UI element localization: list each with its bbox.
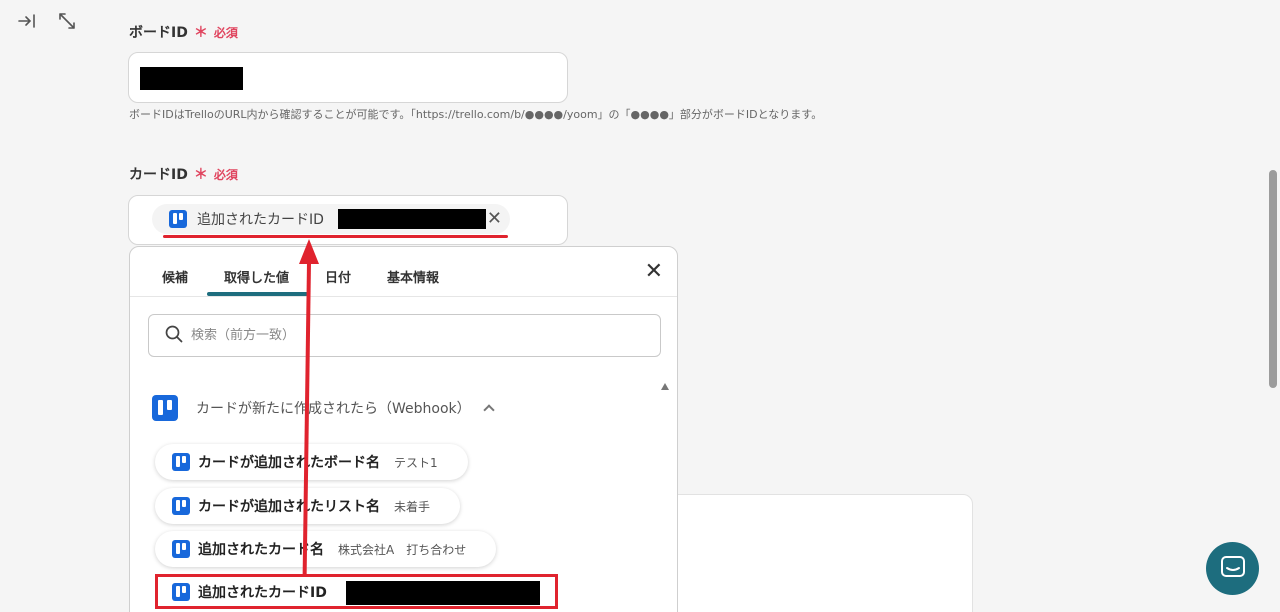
board-id-hint: ボードIDはTrelloのURL内から確認することが可能です。「https://… bbox=[129, 108, 823, 121]
page-scrollbar[interactable] bbox=[1269, 170, 1277, 388]
chip-highlight-underline bbox=[163, 235, 508, 238]
collapse-right-icon[interactable] bbox=[16, 10, 38, 32]
required-star: ＊ bbox=[193, 25, 208, 41]
redacted-card-id bbox=[338, 209, 486, 229]
chat-icon bbox=[1220, 555, 1246, 583]
section-title: カードが新たに作成されたら（Webhook） bbox=[196, 401, 471, 417]
scroll-up-arrow-icon[interactable] bbox=[661, 383, 669, 390]
value-item[interactable]: 追加されたカード名 株式会社A 打ち合わせ bbox=[155, 531, 497, 567]
board-id-label: ボードID ＊ 必須 bbox=[129, 22, 238, 42]
trello-icon bbox=[172, 540, 190, 558]
trello-icon bbox=[172, 453, 190, 471]
search-box[interactable] bbox=[148, 314, 661, 357]
item-value: 株式会社A 打ち合わせ bbox=[338, 542, 467, 557]
highlighted-value-item[interactable]: 追加されたカードID bbox=[155, 574, 558, 609]
trigger-section-header[interactable]: カードが新たに作成されたら（Webhook） bbox=[152, 395, 495, 421]
item-name: カードが追加されたリスト名 bbox=[198, 499, 380, 515]
tab-bar: 候補 取得した値 日付 基本情報 ✕ bbox=[130, 247, 677, 297]
close-icon[interactable]: ✕ bbox=[645, 261, 663, 283]
background-card bbox=[640, 494, 973, 612]
annotation-arrow-head bbox=[299, 239, 319, 264]
board-id-label-text: ボードID bbox=[129, 25, 188, 41]
tab-candidates[interactable]: 候補 bbox=[162, 267, 188, 286]
card-id-label: カードID ＊ 必須 bbox=[129, 164, 238, 184]
trello-icon bbox=[172, 497, 190, 515]
search-input[interactable] bbox=[191, 328, 651, 343]
tab-fetched-values[interactable]: 取得した値 bbox=[224, 267, 289, 286]
chevron-up-icon[interactable] bbox=[482, 404, 495, 416]
tab-date[interactable]: 日付 bbox=[325, 267, 351, 286]
toolbar bbox=[16, 10, 78, 32]
value-item[interactable]: カードが追加されたボード名 テスト1 bbox=[155, 444, 468, 480]
redacted-board-id bbox=[140, 67, 243, 90]
required-star: ＊ bbox=[193, 167, 208, 183]
required-badge: 必須 bbox=[213, 167, 238, 182]
chat-button[interactable] bbox=[1206, 542, 1259, 595]
item-name: 追加されたカードID bbox=[198, 584, 327, 601]
required-badge: 必須 bbox=[213, 25, 238, 40]
active-tab-indicator bbox=[207, 292, 308, 296]
item-name: カードが追加されたボード名 bbox=[198, 455, 380, 471]
chip-remove-icon[interactable]: ✕ bbox=[487, 209, 502, 229]
search-icon bbox=[165, 325, 183, 347]
card-id-label-text: カードID bbox=[129, 167, 188, 183]
value-picker-panel: 候補 取得した値 日付 基本情報 ✕ カードが新たに作成されたら（Webhook… bbox=[129, 246, 678, 612]
expand-diagonal-icon[interactable] bbox=[56, 10, 78, 32]
chip-label: 追加されたカードID bbox=[197, 212, 324, 228]
trello-icon bbox=[152, 395, 178, 421]
item-value: テスト1 bbox=[394, 455, 438, 470]
trello-icon bbox=[169, 210, 187, 228]
redacted-card-id bbox=[346, 581, 540, 605]
tab-basic-info[interactable]: 基本情報 bbox=[387, 267, 439, 286]
item-value: 未着手 bbox=[394, 499, 431, 514]
trello-icon bbox=[172, 582, 190, 601]
